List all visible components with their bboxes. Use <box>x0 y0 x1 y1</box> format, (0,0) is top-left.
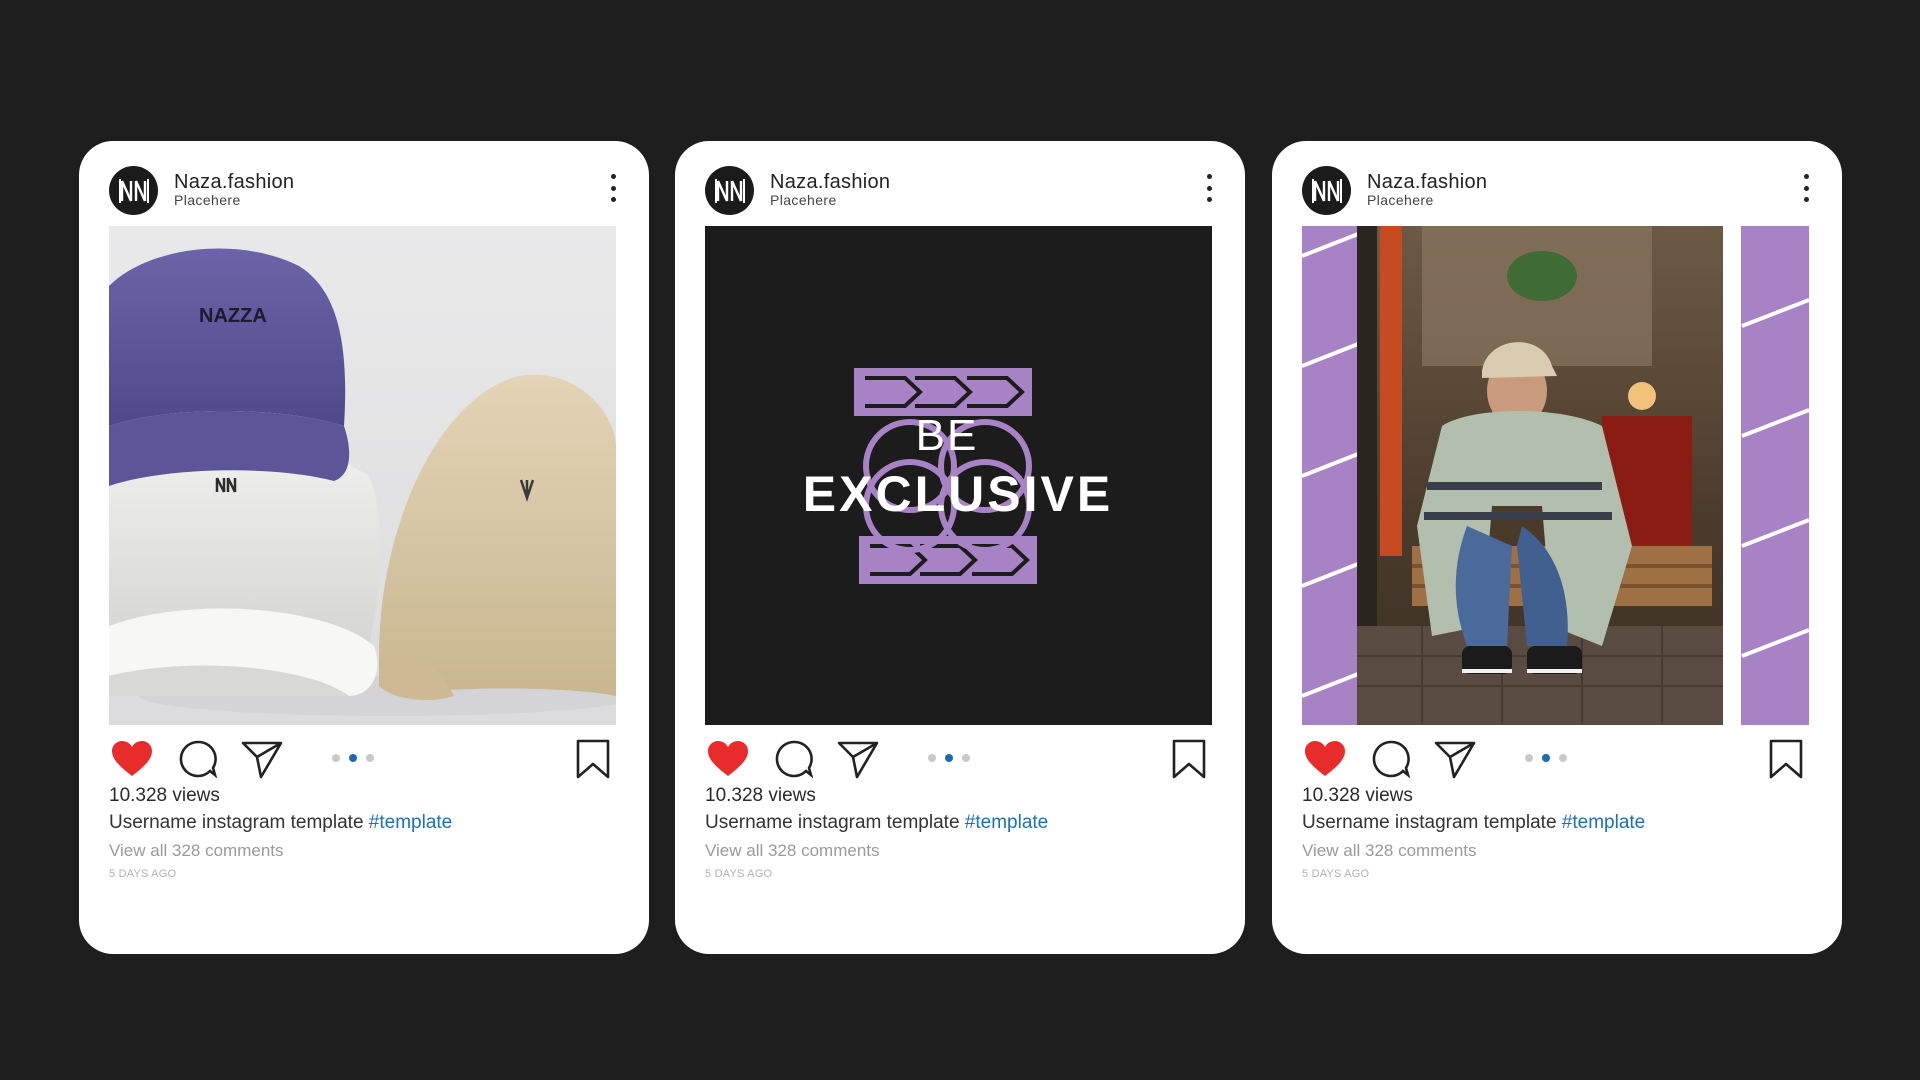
hashtag-link[interactable]: #template <box>965 812 1048 833</box>
share-icon[interactable] <box>835 736 881 782</box>
account-name[interactable]: Naza.fashion <box>770 171 890 193</box>
post-image[interactable] <box>1302 226 1809 725</box>
post-timestamp: 5 DAYS AGO <box>705 868 773 880</box>
hashtag-link[interactable]: #template <box>369 812 452 833</box>
post-actions <box>109 736 616 786</box>
post-image[interactable]: BE EXCLUSIVE <box>705 226 1212 725</box>
account-info[interactable]: Naza.fashion Placehere <box>770 171 890 208</box>
caption-username[interactable]: Username <box>109 812 197 833</box>
heart-icon[interactable] <box>1302 736 1348 782</box>
bookmark-icon[interactable] <box>570 736 616 782</box>
post-image[interactable]: NAZZA <box>109 226 616 725</box>
more-options-icon[interactable] <box>607 174 619 202</box>
account-info[interactable]: Naza.fashion Placehere <box>174 171 294 208</box>
view-count: 10.328 views <box>109 785 220 806</box>
comment-icon[interactable] <box>175 736 221 782</box>
view-comments-link[interactable]: View all 328 comments <box>1302 841 1477 861</box>
post-actions <box>1302 736 1809 786</box>
cap-brand-text: NAZZA <box>199 305 267 327</box>
account-location: Placehere <box>174 192 241 208</box>
post-header: Naza.fashion Placehere <box>1302 164 1812 216</box>
post-caption: Username instagram template #template <box>109 812 452 834</box>
naza-logo-icon[interactable] <box>109 166 158 215</box>
share-icon[interactable] <box>1432 736 1478 782</box>
caption-text: instagram template <box>792 812 965 833</box>
caption-username[interactable]: Username <box>1302 812 1390 833</box>
view-count: 10.328 views <box>1302 785 1413 806</box>
post-caption: Username instagram template #template <box>705 812 1048 834</box>
account-name[interactable]: Naza.fashion <box>1367 171 1487 193</box>
post-card: Naza.fashion Placehere <box>1272 141 1842 954</box>
naza-logo-icon[interactable] <box>1302 166 1351 215</box>
more-options-icon[interactable] <box>1800 174 1812 202</box>
heart-icon[interactable] <box>109 736 155 782</box>
post-caption: Username instagram template #template <box>1302 812 1645 834</box>
view-comments-link[interactable]: View all 328 comments <box>705 841 880 861</box>
post-header: Naza.fashion Placehere <box>705 164 1215 216</box>
carousel-indicator <box>332 754 374 762</box>
naza-logo-icon[interactable] <box>705 166 754 215</box>
post-timestamp: 5 DAYS AGO <box>109 868 177 880</box>
view-comments-link[interactable]: View all 328 comments <box>109 841 284 861</box>
caption-text: instagram template <box>196 812 369 833</box>
comment-icon[interactable] <box>1368 736 1414 782</box>
post-card: Naza.fashion Placehere <box>79 141 649 954</box>
account-location: Placehere <box>1367 192 1434 208</box>
caption-username[interactable]: Username <box>705 812 793 833</box>
account-info[interactable]: Naza.fashion Placehere <box>1367 171 1487 208</box>
more-options-icon[interactable] <box>1203 174 1215 202</box>
account-name[interactable]: Naza.fashion <box>174 171 294 193</box>
bookmark-icon[interactable] <box>1763 736 1809 782</box>
post-actions <box>705 736 1212 786</box>
caption-text: instagram template <box>1389 812 1562 833</box>
hashtag-link[interactable]: #template <box>1562 812 1645 833</box>
post-header: Naza.fashion Placehere <box>109 164 619 216</box>
comment-icon[interactable] <box>771 736 817 782</box>
graphic-line-1: BE <box>916 411 979 460</box>
carousel-indicator <box>928 754 970 762</box>
account-location: Placehere <box>770 192 837 208</box>
post-card: Naza.fashion Placehere BE EXCLUSIVE 10.3… <box>675 141 1245 954</box>
carousel-indicator <box>1525 754 1567 762</box>
share-icon[interactable] <box>239 736 285 782</box>
post-timestamp: 5 DAYS AGO <box>1302 868 1370 880</box>
graphic-line-2: EXCLUSIVE <box>803 466 1113 522</box>
view-count: 10.328 views <box>705 785 816 806</box>
heart-icon[interactable] <box>705 736 751 782</box>
bookmark-icon[interactable] <box>1166 736 1212 782</box>
